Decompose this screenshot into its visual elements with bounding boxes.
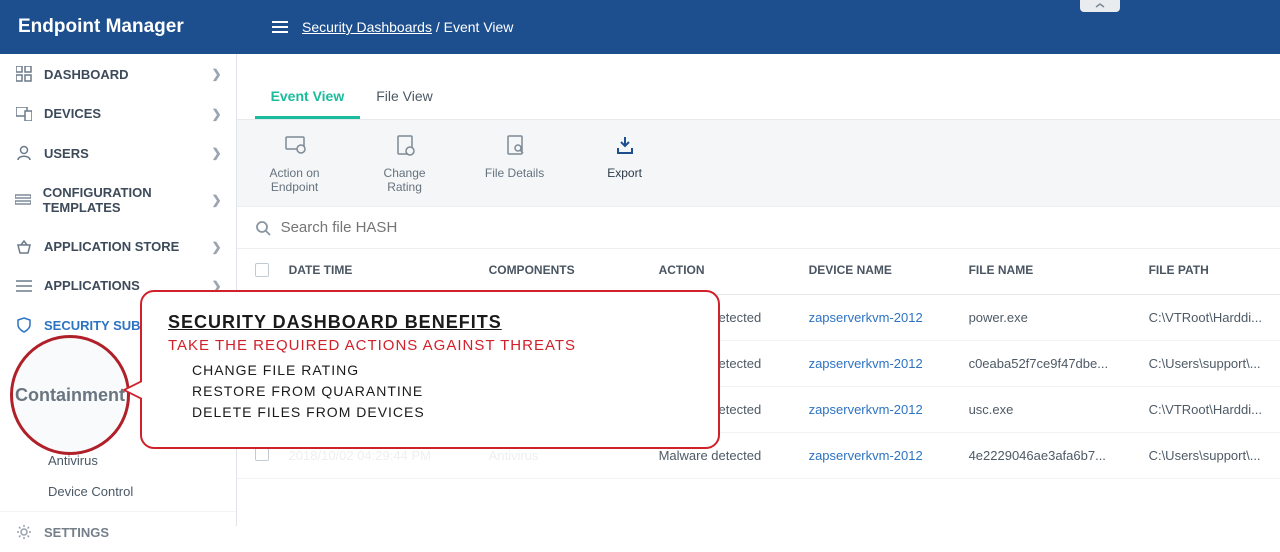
search-input[interactable] [281,219,1262,236]
cell-file-name: c0eaba52f7ce9f47dbe... [969,356,1149,371]
breadcrumb: Security Dashboards / Event View [302,19,513,35]
callout-title: SECURITY DASHBOARD BENEFITS [168,312,692,333]
chevron-right-icon: ❯ [212,67,222,81]
devices-icon [14,107,34,121]
cell-device: zapserverkvm-2012 [809,402,969,417]
rating-icon [395,132,415,158]
cell-file-path: C:\VTRoot\Harddi... [1149,402,1262,417]
search-bar [237,206,1280,249]
col-file-path[interactable]: FILE PATH [1149,263,1262,280]
chevron-right-icon: ❯ [212,240,222,254]
chevron-right-icon: ❯ [212,107,222,121]
sidebar-item-label: SETTINGS [44,525,109,540]
sidebar-sub-device-control[interactable]: Device Control [0,476,236,507]
sidebar-item-settings[interactable]: SETTINGS [0,511,236,552]
row-checkbox[interactable] [255,447,269,461]
tab-file-view[interactable]: File View [360,74,449,119]
user-icon [14,145,34,161]
templates-icon [14,193,33,207]
magnifier-highlight: Containment [10,335,130,455]
list-icon [14,279,34,293]
callout-subtitle: TAKE THE REQUIRED ACTIONS AGAINST THREAT… [168,337,692,354]
select-all-checkbox[interactable] [255,263,269,277]
sidebar-item-label: DASHBOARD [44,67,129,82]
sidebar-item-users[interactable]: USERS ❯ [0,133,236,173]
tabs: Event View File View [237,74,1280,120]
menu-icon[interactable] [272,21,288,33]
cell-file-name: power.exe [969,310,1149,325]
cell-action: Malware detected [659,448,809,463]
col-components[interactable]: COMPONENTS [489,263,659,280]
col-device-name[interactable]: DEVICE NAME [809,263,969,280]
chevron-right-icon: ❯ [212,146,222,160]
sidebar-sub-antivirus[interactable]: Antivirus [0,445,236,476]
cell-components: Antivirus [489,448,659,463]
cell-file-path: C:\Users\support\... [1149,448,1262,463]
device-link[interactable]: zapserverkvm-2012 [809,310,923,325]
cell-device: zapserverkvm-2012 [809,356,969,371]
cell-device: zapserverkvm-2012 [809,310,969,325]
device-link[interactable]: zapserverkvm-2012 [809,448,923,463]
shield-icon [14,317,34,333]
chevron-right-icon: ❯ [212,193,222,207]
table-header: DATE TIME COMPONENTS ACTION DEVICE NAME … [237,249,1280,295]
sidebar-item-dashboard[interactable]: DASHBOARD ❯ [0,54,236,94]
callout-bullet: CHANGE FILE RATING [168,360,692,381]
tab-event-view[interactable]: Event View [255,74,361,119]
gear-icon [14,524,34,540]
sidebar-item-label: USERS [44,146,89,161]
sidebar-item-label: APPLICATION STORE [44,239,179,254]
sidebar-item-app-store[interactable]: APPLICATION STORE ❯ [0,227,236,266]
action-on-endpoint-button[interactable]: Action on Endpoint [255,132,335,194]
sidebar-item-config-templates[interactable]: CONFIGURATION TEMPLATES ❯ [0,173,236,227]
sidebar-item-devices[interactable]: DEVICES ❯ [0,94,236,133]
lens-label: Containment [15,385,125,406]
sidebar-item-label: CONFIGURATION TEMPLATES [43,185,222,215]
grid-icon [14,66,34,82]
endpoint-icon [284,132,306,158]
header-right: Security Dashboards / Event View [262,19,513,35]
device-link[interactable]: zapserverkvm-2012 [809,402,923,417]
sidebar-item-label: APPLICATIONS [44,278,140,293]
cell-file-path: C:\VTRoot\Harddi... [1149,310,1262,325]
breadcrumb-current: Event View [444,19,514,35]
cell-device: zapserverkvm-2012 [809,448,969,463]
col-action[interactable]: ACTION [659,263,809,280]
cell-file-name: usc.exe [969,402,1149,417]
col-file-name[interactable]: FILE NAME [969,263,1149,280]
info-callout: SECURITY DASHBOARD BENEFITS TAKE THE REQ… [140,290,720,449]
app-header: Endpoint Manager Security Dashboards / E… [0,0,1280,54]
breadcrumb-link[interactable]: Security Dashboards [302,19,432,35]
brand-title: Endpoint Manager [0,16,262,38]
change-rating-button[interactable]: Change Rating [365,132,445,194]
cell-file-path: C:\Users\support\... [1149,356,1262,371]
file-details-button[interactable]: File Details [475,132,555,180]
col-date-time[interactable]: DATE TIME [289,263,489,280]
export-icon [616,132,634,158]
sidebar-item-label: DEVICES [44,106,101,121]
file-search-icon [505,132,525,158]
toolbar: Action on Endpoint Change Rating File De… [237,120,1280,206]
callout-bullet: RESTORE FROM QUARANTINE [168,381,692,402]
search-icon [255,220,271,236]
callout-bullet: DELETE FILES FROM DEVICES [168,402,692,423]
collapse-handle[interactable] [1080,0,1120,12]
basket-icon [14,240,34,254]
cell-date-time: 2018/10/02 04:29:44 PM [289,448,489,463]
cell-file-name: 4e2229046ae3afa6b7... [969,448,1149,463]
export-button[interactable]: Export [585,132,665,180]
device-link[interactable]: zapserverkvm-2012 [809,356,923,371]
